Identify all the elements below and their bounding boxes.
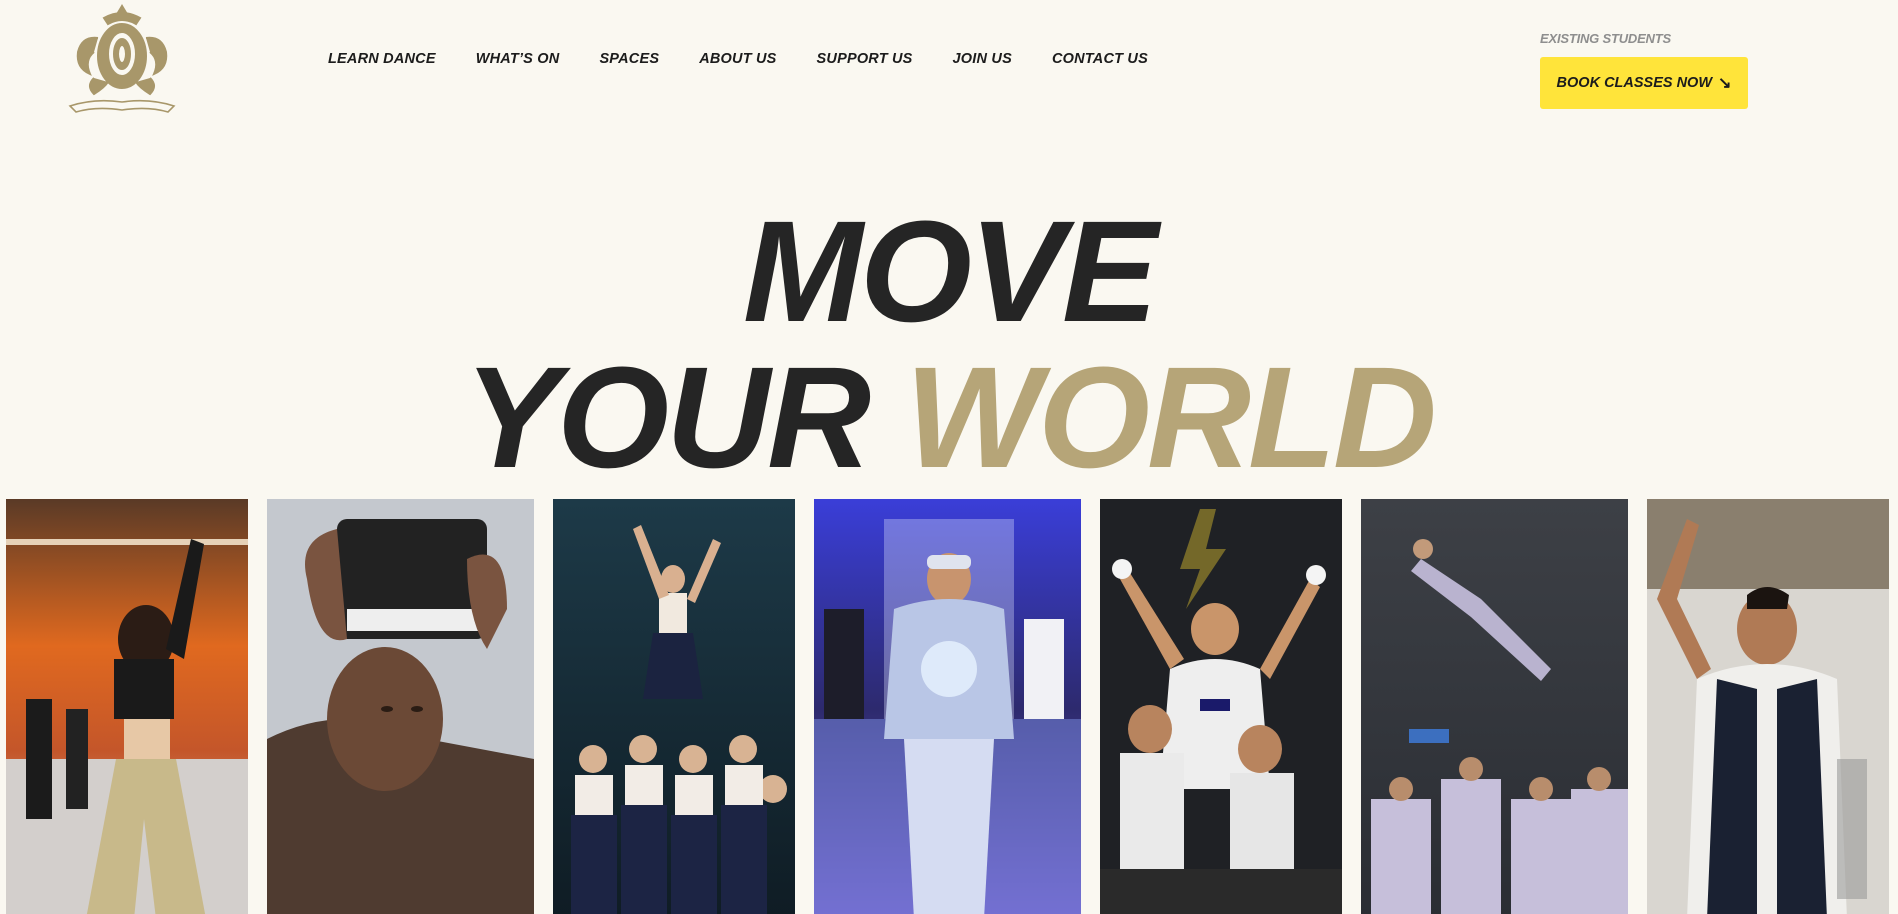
book-classes-button[interactable]: BOOK CLASSES NOW ↘ xyxy=(1540,57,1748,109)
hero-word-your: YOUR xyxy=(464,337,871,498)
gallery-photo-1[interactable] xyxy=(6,499,248,914)
dancer-lifted-by-group-photo xyxy=(553,499,795,914)
nav-whats-on[interactable]: WHAT’S ON xyxy=(476,51,560,67)
hero-headline-line-1: MOVE xyxy=(742,191,1158,352)
crest-logo-icon xyxy=(68,4,176,113)
hero-word-world: WORLD xyxy=(905,337,1437,498)
gallery-photo-7[interactable] xyxy=(1647,499,1889,914)
gallery-photo-5[interactable] xyxy=(1100,499,1342,914)
main-nav: LEARN DANCE WHAT’S ON SPACES ABOUT US SU… xyxy=(328,51,1148,67)
existing-students-link[interactable]: EXISTING STUDENTS xyxy=(1540,31,1671,46)
nav-support-us[interactable]: SUPPORT US xyxy=(817,51,913,67)
dancer-in-cargo-pants-photo xyxy=(6,499,248,914)
site-logo[interactable] xyxy=(64,2,180,118)
nav-about-us[interactable]: ABOUT US xyxy=(699,51,776,67)
hero-headline-line-2: YOUR WORLD xyxy=(0,346,1898,490)
gallery-photo-2[interactable] xyxy=(267,499,534,914)
gallery-photo-3[interactable] xyxy=(553,499,795,914)
gallery-photo-6[interactable] xyxy=(1361,499,1628,914)
arrow-down-right-icon: ↘ xyxy=(1718,75,1732,92)
acrobatic-jump-photo xyxy=(1361,499,1628,914)
dancer-in-hoodie-studio-photo xyxy=(814,499,1081,914)
gallery-photo-4[interactable] xyxy=(814,499,1081,914)
man-in-vest-photo xyxy=(1647,499,1889,914)
nav-join-us[interactable]: JOIN US xyxy=(953,51,1012,67)
nav-spaces[interactable]: SPACES xyxy=(599,51,659,67)
nav-contact-us[interactable]: CONTACT US xyxy=(1052,51,1148,67)
nav-learn-dance[interactable]: LEARN DANCE xyxy=(328,51,436,67)
page: LEARN DANCE WHAT’S ON SPACES ABOUT US SU… xyxy=(0,0,1898,914)
man-holding-phone-photo xyxy=(267,499,534,914)
book-classes-label: BOOK CLASSES NOW xyxy=(1556,75,1713,91)
group-cheering-photo xyxy=(1100,499,1342,914)
